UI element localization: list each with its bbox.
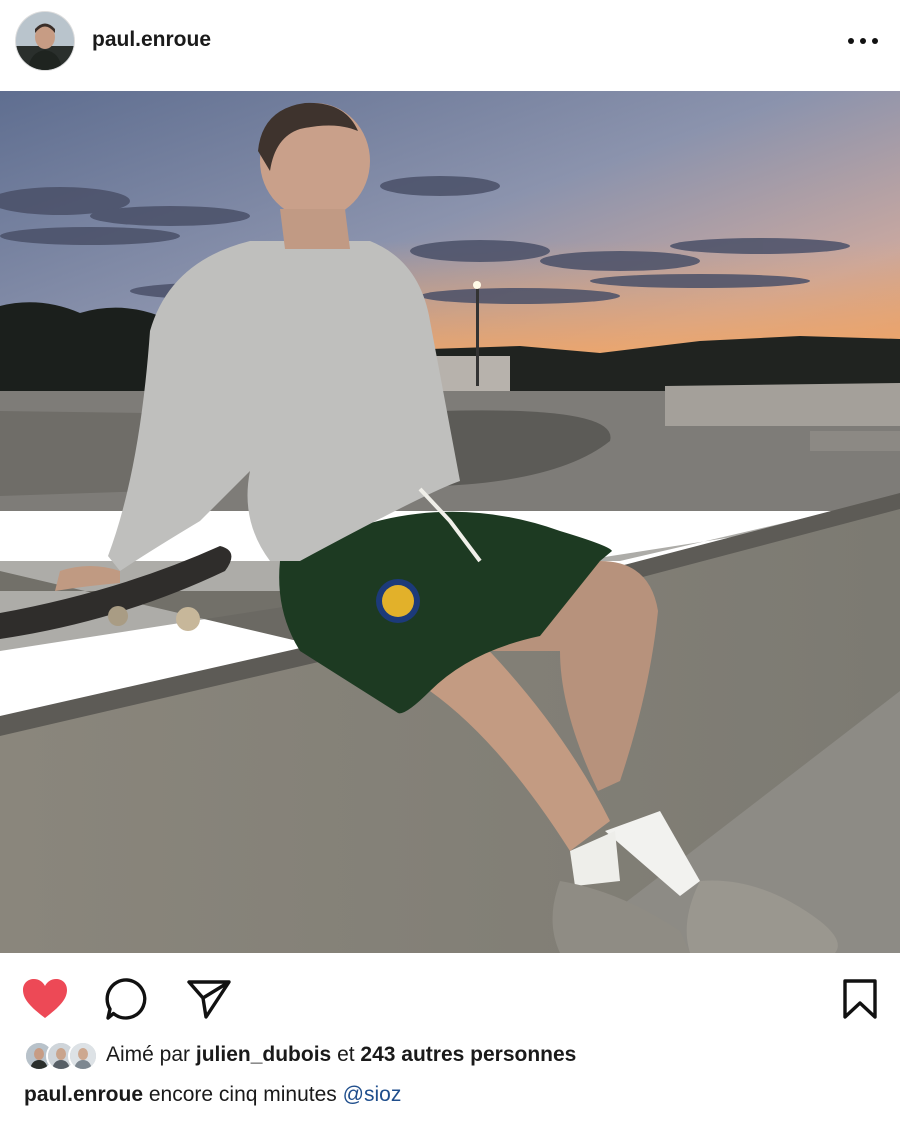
more-dots-icon[interactable]	[842, 28, 884, 54]
likes-row: Aimé par julien_dubois et 243 autres per…	[0, 1038, 900, 1074]
post-username[interactable]: paul.enroue	[92, 28, 211, 52]
heart-icon[interactable]	[22, 978, 68, 1025]
caption-mention[interactable]: @sioz	[343, 1083, 402, 1106]
likes-connector: et	[337, 1043, 355, 1066]
skatepark-photo	[0, 91, 900, 953]
comment-icon[interactable]	[104, 976, 150, 1027]
send-icon[interactable]	[186, 978, 232, 1025]
post-action-bar	[0, 960, 900, 1040]
likes-prefix: Aimé par	[106, 1043, 191, 1066]
post-photo[interactable]	[0, 91, 900, 953]
caption-username[interactable]: paul.enroue	[24, 1083, 143, 1106]
post-caption: paul.enroue encore cinq minutes @sioz	[24, 1083, 401, 1107]
caption-text: encore cinq minutes	[148, 1083, 337, 1106]
liker-avatar[interactable]	[68, 1041, 98, 1071]
post-header: paul.enroue	[0, 0, 900, 90]
liked-by-user[interactable]: julien_dubois	[196, 1043, 331, 1066]
avatar-image	[16, 12, 74, 70]
likes-summary[interactable]: Aimé par julien_dubois et 243 autres per…	[106, 1043, 576, 1067]
profile-avatar[interactable]	[16, 12, 74, 70]
likes-others-count[interactable]: 243 autres personnes	[360, 1043, 576, 1066]
bookmark-icon[interactable]	[840, 978, 880, 1025]
